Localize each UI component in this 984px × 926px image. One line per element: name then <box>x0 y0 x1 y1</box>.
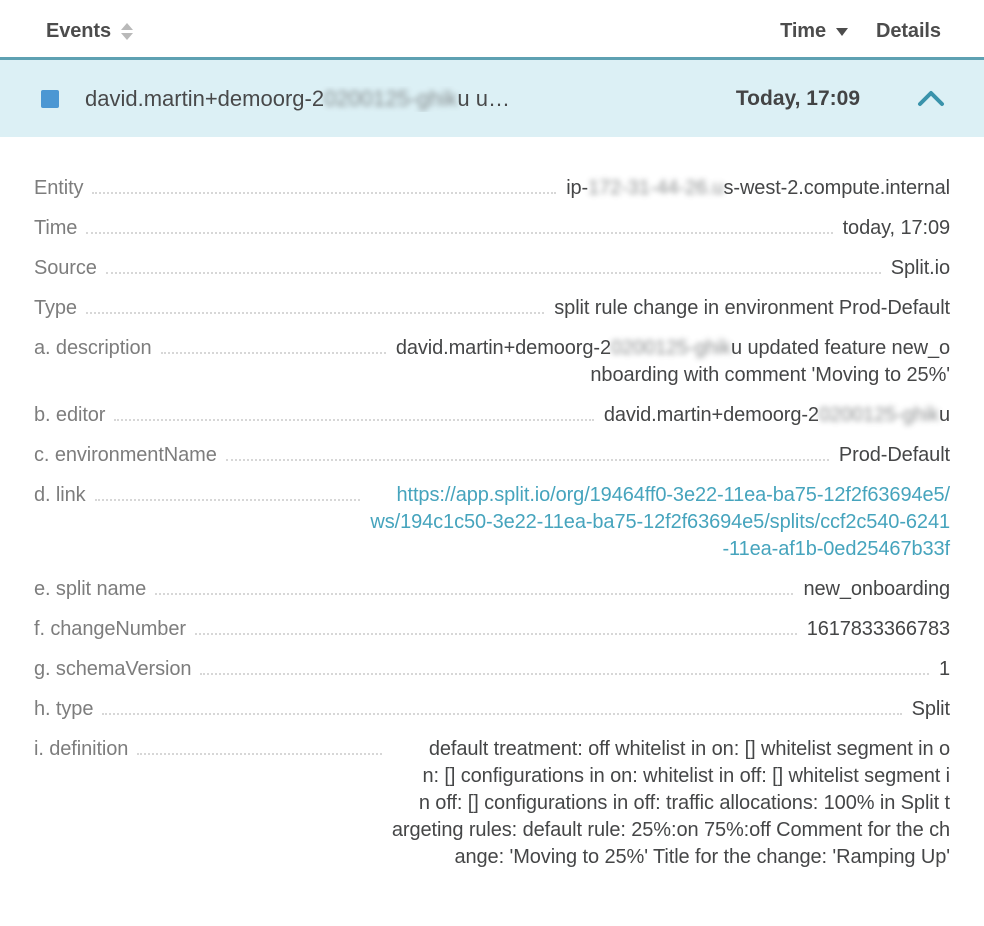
field-label: d. link <box>34 482 86 509</box>
field-label: g. schemaVersion <box>34 656 191 683</box>
field-label: a. description <box>34 335 152 362</box>
dotted-leader <box>155 576 793 595</box>
dotted-leader <box>106 255 881 274</box>
dotted-leader <box>92 175 556 194</box>
field-label: Entity <box>34 175 83 202</box>
field-label: e. split name <box>34 576 146 603</box>
field-value: default treatment: off whitelist in on: … <box>392 736 950 871</box>
event-type-marker-icon <box>41 90 59 108</box>
details-column-header: Details <box>876 20 950 43</box>
redacted-text: 0200125-ghik <box>611 337 731 359</box>
field-label: h. type <box>34 696 93 723</box>
field-value: 1617833366783 <box>807 616 950 643</box>
field-row-description: a. description david.martin+demoorg-2020… <box>34 335 950 389</box>
value-text: ip- <box>566 177 588 199</box>
value-text: s-west-2.compute.internal <box>724 177 951 199</box>
field-row-editor: b. editor david.martin+demoorg-20200125-… <box>34 402 950 429</box>
field-label: f. changeNumber <box>34 616 186 643</box>
dotted-leader <box>95 482 361 501</box>
field-row-source: Source Split.io <box>34 255 950 282</box>
sort-down-triangle <box>121 33 133 40</box>
chevron-up-glyph <box>917 90 945 107</box>
field-row-entity: Entity ip-172-31-44-26.us-west-2.compute… <box>34 175 950 202</box>
redacted-text: 0200125-ghik <box>819 404 939 426</box>
value-text: david.martin+demoorg-2 <box>604 404 819 426</box>
field-label: Time <box>34 215 77 242</box>
redacted-text: 0200125-ghik <box>324 86 457 111</box>
time-column-header[interactable]: Time <box>780 20 848 43</box>
dotted-leader <box>102 696 901 715</box>
field-value: david.martin+demoorg-20200125-ghiku upda… <box>396 335 950 389</box>
dotted-leader <box>195 616 797 635</box>
dotted-leader <box>114 402 593 421</box>
value-text: david.martin+demoorg-2 <box>396 337 611 359</box>
field-row-change-number: f. changeNumber 1617833366783 <box>34 616 950 643</box>
dotted-leader <box>137 736 382 755</box>
time-column-label: Time <box>780 20 826 43</box>
field-value: Split <box>912 696 950 723</box>
field-value: david.martin+demoorg-20200125-ghiku <box>604 402 950 429</box>
value-text: u <box>939 404 950 426</box>
field-value: new_onboarding <box>803 576 950 603</box>
dotted-leader <box>226 442 829 461</box>
field-row-link: d. link https://app.split.io/org/19464ff… <box>34 482 950 563</box>
event-title-prefix: david.martin+demoorg-2 <box>85 86 324 111</box>
event-row-title: david.martin+demoorg-20200125-ghiku u… <box>85 86 736 112</box>
dotted-leader <box>161 335 386 354</box>
dotted-leader <box>200 656 929 675</box>
field-row-type: Type split rule change in environment Pr… <box>34 295 950 322</box>
event-row-time: Today, 17:09 <box>736 87 860 111</box>
events-table-header: Events Time Details <box>0 0 984 57</box>
field-row-time: Time today, 17:09 <box>34 215 950 242</box>
field-value: today, 17:09 <box>843 215 950 242</box>
split-link[interactable]: https://app.split.io/org/19464ff0-3e22-1… <box>370 482 950 563</box>
field-value: 1 <box>939 656 950 683</box>
sort-up-triangle <box>121 23 133 30</box>
collapse-chevron-icon[interactable] <box>902 90 960 107</box>
field-label: Source <box>34 255 97 282</box>
field-row-definition: i. definition default treatment: off whi… <box>34 736 950 871</box>
field-value: split rule change in environment Prod-De… <box>554 295 950 322</box>
field-value: Prod-Default <box>839 442 950 469</box>
field-label: Type <box>34 295 77 322</box>
dotted-leader <box>86 295 544 314</box>
event-title-suffix: u u… <box>457 86 510 111</box>
field-label: c. environmentName <box>34 442 217 469</box>
field-label: i. definition <box>34 736 128 763</box>
event-details-panel: Entity ip-172-31-44-26.us-west-2.compute… <box>0 137 984 871</box>
events-sort-icon[interactable] <box>121 23 133 40</box>
field-row-schema-version: g. schemaVersion 1 <box>34 656 950 683</box>
field-value: ip-172-31-44-26.us-west-2.compute.intern… <box>566 175 950 202</box>
time-caret-down-icon <box>836 28 848 36</box>
events-column-header[interactable]: Events <box>46 20 111 43</box>
event-row[interactable]: david.martin+demoorg-20200125-ghiku u… T… <box>0 57 984 137</box>
field-row-split-name: e. split name new_onboarding <box>34 576 950 603</box>
field-row-type2: h. type Split <box>34 696 950 723</box>
dotted-leader <box>86 215 832 234</box>
field-value: Split.io <box>891 255 950 282</box>
field-label: b. editor <box>34 402 105 429</box>
field-row-environment-name: c. environmentName Prod-Default <box>34 442 950 469</box>
redacted-text: 172-31-44-26.u <box>588 177 723 199</box>
